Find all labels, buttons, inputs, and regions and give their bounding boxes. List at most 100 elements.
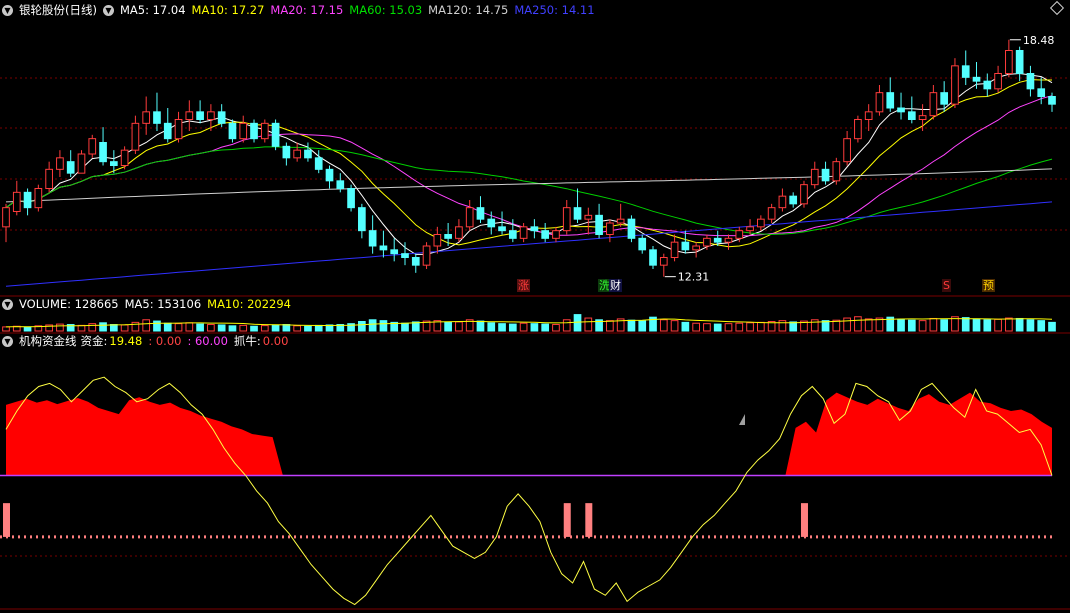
candle-down — [196, 111, 204, 121]
volume-bar-up — [519, 322, 528, 332]
candle-down — [487, 218, 496, 228]
volume-bar-down — [444, 321, 452, 332]
candle-up — [854, 119, 862, 140]
volume-bar-down — [487, 322, 496, 332]
candle-down — [681, 241, 690, 251]
volume-bar-up — [260, 325, 269, 332]
collapse-icon[interactable]: ▼ — [2, 5, 13, 16]
volume-bar-down — [1026, 319, 1035, 332]
candle-down — [476, 207, 485, 220]
candle-down — [336, 180, 345, 189]
candle-down — [638, 237, 647, 251]
candle-up — [131, 122, 140, 151]
signal-cai: 财 — [609, 279, 622, 292]
volume-bar-up — [77, 324, 86, 332]
volume-menu-icon[interactable]: ▼ — [2, 299, 13, 310]
candle-down — [907, 111, 916, 121]
candle-down — [304, 149, 312, 159]
volume-bar-up — [455, 321, 463, 332]
candle-down — [401, 253, 409, 259]
volume-bar-down — [1015, 317, 1024, 332]
volume-bar-down — [530, 323, 539, 332]
volume-bar-up — [918, 320, 927, 332]
volume-bar-up — [131, 321, 140, 332]
ma10-value: MA10: 17.27 — [191, 3, 265, 17]
signal-bar — [585, 503, 593, 537]
candle-up — [120, 149, 129, 167]
candle-up — [584, 214, 593, 220]
candle-up — [293, 149, 301, 159]
volume-bar-up — [1005, 317, 1013, 332]
volume-bar-up — [142, 319, 151, 332]
volume-bar-down — [476, 320, 485, 332]
candle-up — [77, 153, 86, 174]
candle-down — [228, 122, 237, 140]
candle-down — [358, 207, 366, 232]
candle-down — [282, 145, 291, 159]
candle-down — [390, 249, 399, 255]
volume-bars — [2, 314, 1056, 332]
candle-up — [616, 218, 625, 224]
candle-down — [347, 188, 355, 209]
indicator-panel — [0, 376, 1053, 606]
volume-bar-up — [703, 323, 711, 332]
fund-value: 19.48 — [109, 334, 143, 348]
indicator-value-3: : 60.00 — [187, 334, 228, 348]
ma250-value: MA250: 14.11 — [514, 3, 595, 17]
volume-bar-down — [1048, 321, 1056, 332]
ma5-line — [5, 72, 1053, 255]
volume-bar-up — [562, 319, 571, 332]
indicator-value-2: : 0.00 — [148, 334, 182, 348]
candle-down — [99, 142, 107, 163]
volume-bar-down — [217, 324, 226, 332]
candlesticks — [2, 39, 1056, 277]
volume-bar-down — [789, 321, 798, 332]
candle-down — [163, 122, 172, 140]
candle-down — [961, 65, 970, 78]
volume-bar-up — [56, 323, 64, 332]
volume-bar-down — [163, 322, 172, 332]
candle-up — [142, 111, 151, 124]
candle-down — [649, 249, 657, 266]
volume-bar-up — [692, 322, 700, 332]
candle-down — [1015, 50, 1024, 74]
ma5-value: MA5: 17.04 — [119, 3, 186, 17]
fund-area — [6, 392, 1052, 476]
moving-average-lines — [5, 72, 1053, 287]
volume-bar-up — [185, 322, 194, 332]
candle-up — [433, 234, 442, 247]
volume-bar-up — [606, 320, 614, 332]
candle-down — [217, 111, 226, 124]
signal-bar — [800, 503, 808, 537]
volume-bar-down — [314, 324, 323, 332]
volume-bar-down — [358, 321, 366, 332]
volume-bar-down — [196, 323, 204, 332]
candle-up — [260, 122, 269, 140]
candle-up — [34, 188, 43, 209]
volume-bar-down — [282, 324, 291, 332]
candle-up — [562, 207, 571, 232]
volume-bar-down — [99, 322, 107, 332]
volume-bar-down — [1037, 320, 1046, 332]
candle-up — [918, 115, 927, 120]
ma-menu-icon[interactable]: ▼ — [102, 5, 114, 16]
indicator-menu-icon[interactable]: ▼ — [2, 336, 13, 347]
candle-down — [940, 92, 949, 105]
candle-down — [713, 237, 722, 243]
candle-up — [606, 222, 614, 235]
signal-zhang: 涨 — [517, 279, 530, 292]
candle-up — [767, 207, 776, 220]
volume-bar-up — [929, 317, 938, 332]
volume-bar-down — [109, 324, 118, 332]
signal-yu: 预 — [982, 279, 995, 292]
volume-ma5: MA5: 153106 — [124, 297, 202, 311]
volume-bar-up — [552, 324, 560, 332]
volume-bar-up — [810, 319, 819, 332]
volume-bar-up — [88, 323, 97, 332]
candle-up — [810, 168, 819, 186]
candle-down — [109, 161, 118, 167]
fund-label: 资金: — [80, 334, 108, 348]
volume-bar-up — [864, 318, 873, 332]
volume-bar-up — [724, 323, 733, 332]
candle-down — [627, 218, 636, 239]
